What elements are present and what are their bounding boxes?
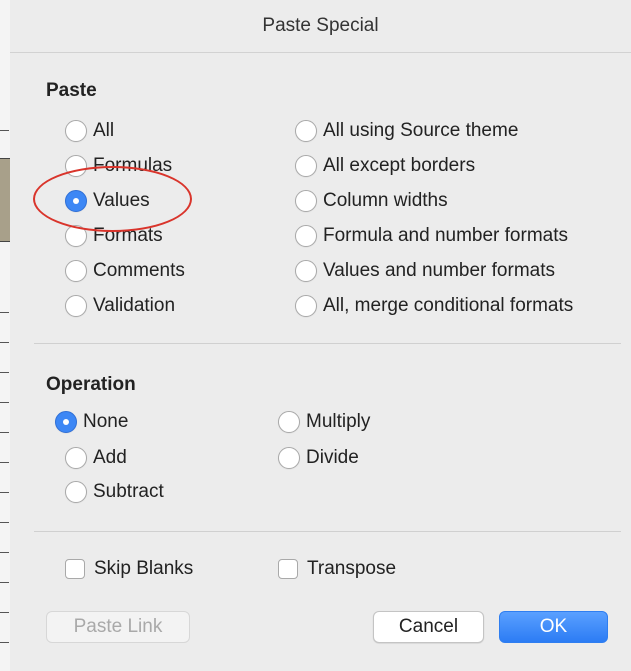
radio-icon (65, 155, 87, 177)
paste-all-radio[interactable]: All (65, 117, 114, 145)
operation-none-label: None (83, 411, 129, 432)
paste-formulas-radio[interactable]: Formulas (65, 152, 172, 180)
paste-formats-label: Formats (93, 225, 163, 246)
dialog-titlebar[interactable]: Paste Special (10, 0, 631, 53)
paste-formula-number-formats-radio[interactable]: Formula and number formats (295, 222, 568, 250)
radio-selected-icon (55, 411, 77, 433)
divider (34, 343, 621, 344)
paste-all-source-theme-label: All using Source theme (323, 120, 519, 141)
operation-subtract-radio[interactable]: Subtract (65, 478, 164, 506)
radio-icon (278, 447, 300, 469)
paste-values-radio[interactable]: Values (65, 187, 150, 215)
ok-button[interactable]: OK (499, 611, 608, 643)
radio-selected-icon (65, 190, 87, 212)
paste-values-number-formats-radio[interactable]: Values and number formats (295, 257, 555, 285)
operation-divide-radio[interactable]: Divide (278, 444, 359, 472)
radio-icon (65, 295, 87, 317)
operation-multiply-radio[interactable]: Multiply (278, 408, 370, 436)
radio-icon (295, 155, 317, 177)
operation-add-radio[interactable]: Add (65, 444, 127, 472)
paste-validation-label: Validation (93, 295, 176, 316)
radio-icon (65, 225, 87, 247)
paste-values-label: Values (93, 190, 150, 211)
operation-subtract-label: Subtract (93, 481, 164, 502)
operation-none-radio[interactable]: None (55, 408, 128, 436)
skip-blanks-label: Skip Blanks (94, 558, 194, 579)
paste-values-number-formats-label: Values and number formats (323, 260, 555, 281)
radio-icon (65, 481, 87, 503)
radio-icon (295, 295, 317, 317)
cancel-button[interactable]: Cancel (373, 611, 484, 643)
operation-add-label: Add (93, 447, 127, 468)
paste-merge-conditional-formats-radio[interactable]: All, merge conditional formats (295, 292, 573, 320)
paste-all-source-theme-radio[interactable]: All using Source theme (295, 117, 518, 145)
checkbox-icon (278, 559, 298, 579)
radio-icon (295, 225, 317, 247)
paste-all-label: All (93, 120, 115, 141)
radio-icon (65, 120, 87, 142)
transpose-label: Transpose (307, 558, 397, 579)
paste-column-widths-label: Column widths (323, 190, 448, 211)
paste-heading: Paste (46, 80, 97, 101)
radio-icon (295, 120, 317, 142)
paste-link-button[interactable]: Paste Link (46, 611, 190, 643)
radio-icon (278, 411, 300, 433)
paste-validation-radio[interactable]: Validation (65, 292, 175, 320)
skip-blanks-checkbox[interactable]: Skip Blanks (65, 555, 193, 583)
dialog-title: Paste Special (262, 15, 379, 36)
operation-heading: Operation (46, 374, 136, 395)
paste-comments-radio[interactable]: Comments (65, 257, 185, 285)
operation-divide-label: Divide (306, 447, 359, 468)
paste-all-except-borders-radio[interactable]: All except borders (295, 152, 475, 180)
paste-column-widths-radio[interactable]: Column widths (295, 187, 448, 215)
background-selected-cell (0, 158, 10, 242)
paste-special-dialog: Paste Special Paste All Formulas Values … (10, 0, 631, 671)
paste-formats-radio[interactable]: Formats (65, 222, 163, 250)
radio-icon (295, 260, 317, 282)
checkbox-icon (65, 559, 85, 579)
operation-multiply-label: Multiply (306, 411, 371, 432)
radio-icon (65, 260, 87, 282)
radio-icon (65, 447, 87, 469)
divider (34, 531, 621, 532)
paste-comments-label: Comments (93, 260, 185, 281)
paste-formula-number-formats-label: Formula and number formats (323, 225, 568, 246)
paste-all-except-borders-label: All except borders (323, 155, 476, 176)
transpose-checkbox[interactable]: Transpose (278, 555, 396, 583)
paste-formulas-label: Formulas (93, 155, 173, 176)
radio-icon (295, 190, 317, 212)
paste-merge-conditional-formats-label: All, merge conditional formats (323, 295, 574, 316)
